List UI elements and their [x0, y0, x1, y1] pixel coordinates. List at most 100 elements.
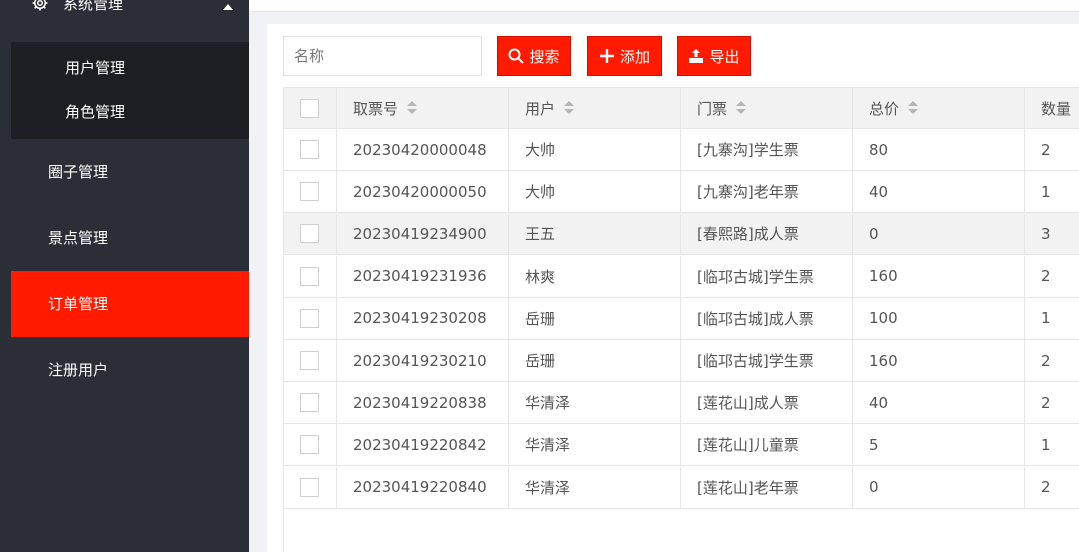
row-select-cell [283, 255, 336, 297]
cell-value: [莲花山]成人票 [697, 394, 799, 413]
table-cell: 1 [1024, 297, 1079, 339]
table-cell: 岳珊 [508, 340, 680, 381]
cell-value: 2 [1041, 478, 1051, 497]
table-row[interactable]: 20230419220842 华清泽 [莲花山]儿童票 5 1 [283, 424, 1079, 467]
row-checkbox[interactable] [300, 224, 319, 244]
row-checkbox[interactable] [300, 477, 319, 497]
sidebar-item-circle[interactable]: 圈子管理 [11, 139, 249, 205]
table-cell: 20230420000050 [336, 171, 508, 213]
cell-value: 大帅 [525, 141, 556, 159]
row-select-cell [283, 129, 336, 170]
table-row[interactable]: 20230419230208 岳珊 [临邛古城]成人票 100 1 [283, 297, 1079, 340]
cell-value: 2 [1041, 393, 1051, 412]
column-ticket[interactable]: 门票 [680, 88, 852, 128]
row-checkbox[interactable] [300, 308, 319, 328]
cell-value: 80 [869, 140, 889, 159]
table-cell: 林爽 [508, 255, 680, 297]
column-user[interactable]: 用户 [508, 88, 680, 128]
row-checkbox[interactable] [300, 182, 319, 202]
caret-up-icon [223, 4, 233, 10]
cell-value: 5 [869, 435, 879, 454]
cell-value: 大帅 [525, 183, 556, 202]
table-row[interactable]: 20230419220838 华清泽 [莲花山]成人票 40 2 [283, 382, 1079, 425]
row-select-cell [283, 340, 336, 381]
column-total[interactable]: 总价 [852, 88, 1024, 128]
cell-value: 3 [1041, 224, 1051, 243]
column-label: 数量 [1041, 99, 1072, 118]
table-cell: 20230419230208 [336, 297, 508, 339]
row-checkbox[interactable] [300, 351, 319, 370]
table-cell: 3 [1024, 213, 1079, 255]
cell-value: 20230419230210 [353, 351, 487, 370]
row-checkbox[interactable] [300, 140, 319, 159]
row-checkbox[interactable] [300, 393, 319, 413]
sort-icon[interactable] [908, 101, 919, 115]
sort-icon[interactable] [736, 101, 747, 115]
table-row[interactable]: 20230419230210 岳珊 [临邛古城]学生票 160 2 [283, 340, 1079, 382]
table-cell: 160 [852, 255, 1024, 297]
select-all-checkbox[interactable] [300, 98, 319, 118]
table-cell: 华清泽 [508, 382, 680, 424]
sidebar-item-orders[interactable]: 订单管理 [11, 271, 249, 337]
table-row[interactable]: 20230420000050 大帅 [九寨沟]老年票 40 1 [283, 171, 1079, 214]
cell-value: [临邛古城]成人票 [697, 309, 814, 328]
table-cell: 王五 [508, 213, 680, 255]
table-cell: 100 [852, 297, 1024, 339]
table-border [283, 507, 284, 552]
sidebar-item-registered-users[interactable]: 注册用户 [11, 337, 249, 403]
submenu-role-management[interactable]: 角色管理 [65, 102, 125, 122]
table-cell: 20230419231936 [336, 255, 508, 297]
sidebar-item-scenic[interactable]: 景点管理 [11, 205, 249, 271]
menu-system-management[interactable]: 系统管理 [11, 0, 249, 42]
table-row[interactable]: 20230420000048 大帅 [九寨沟]学生票 80 2 [283, 129, 1079, 171]
table-row[interactable]: 20230419234900 王五 [春熙路]成人票 0 3 [283, 213, 1079, 256]
cell-value: 岳珊 [525, 309, 556, 328]
table-cell: 0 [852, 213, 1024, 255]
cell-value: 0 [869, 478, 879, 497]
search-button[interactable]: 搜索 [497, 36, 571, 76]
menu-system-title: 系统管理 [63, 0, 124, 13]
sidebar: 系统管理 用户管理 角色管理 圈子管理 景点管理 订单管理 注册用户 [0, 0, 249, 552]
table-cell: 2 [1024, 466, 1079, 508]
column-quantity[interactable]: 数量 [1024, 88, 1079, 128]
table-cell: [莲花山]儿童票 [680, 424, 852, 466]
table-row[interactable]: 20230419220840 华清泽 [莲花山]老年票 0 2 [283, 466, 1079, 509]
cell-value: 20230419230208 [353, 309, 487, 328]
sort-icon[interactable] [564, 101, 575, 115]
cell-value: [九寨沟]老年票 [697, 183, 799, 202]
add-button[interactable]: 添加 [587, 36, 662, 76]
table-cell: [春熙路]成人票 [680, 213, 852, 255]
column-label: 用户 [525, 99, 556, 118]
table-cell: 华清泽 [508, 424, 680, 466]
submenu: 用户管理 角色管理 [11, 42, 249, 139]
submenu-user-management[interactable]: 用户管理 [65, 58, 125, 78]
cell-value: 20230419220840 [353, 478, 487, 497]
cell-value: 1 [1041, 182, 1051, 201]
table-cell: 20230420000048 [336, 129, 508, 170]
cell-value: 华清泽 [525, 436, 571, 455]
sort-icon[interactable] [407, 101, 418, 115]
table-cell: 20230419220838 [336, 382, 508, 424]
export-button[interactable]: 导出 [677, 36, 751, 76]
cell-value: [九寨沟]学生票 [697, 141, 799, 159]
row-checkbox[interactable] [300, 435, 319, 455]
cell-value: [临邛古城]学生票 [697, 267, 814, 286]
cell-value: 1 [1041, 435, 1051, 454]
row-select-cell [283, 424, 336, 466]
column-ticket-no[interactable]: 取票号 [336, 88, 508, 128]
cell-value: 160 [869, 351, 898, 370]
search-input[interactable] [283, 36, 482, 76]
table-row[interactable]: 20230419231936 林爽 [临邛古城]学生票 160 2 [283, 255, 1079, 298]
cell-value: 岳珊 [525, 352, 556, 370]
cell-value: 20230420000050 [353, 182, 487, 201]
cell-value: 1 [1041, 309, 1051, 328]
cell-value: [莲花山]老年票 [697, 478, 799, 497]
search-button-label: 搜索 [529, 47, 560, 66]
column-label: 取票号 [353, 99, 399, 118]
cell-value: 王五 [525, 225, 556, 244]
table-cell: [临邛古城]成人票 [680, 297, 852, 339]
export-button-label: 导出 [709, 47, 740, 66]
table-cell: 2 [1024, 129, 1079, 170]
row-checkbox[interactable] [300, 266, 319, 286]
cell-value: 20230419220838 [353, 393, 487, 412]
